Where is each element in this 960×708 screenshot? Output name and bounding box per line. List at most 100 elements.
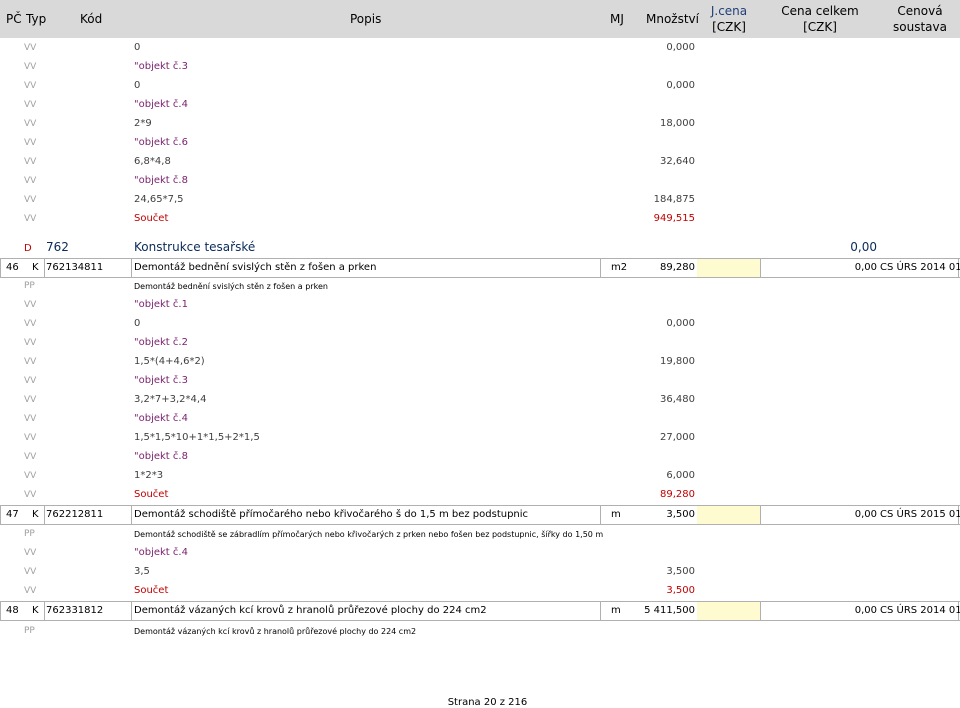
header-cenova-line2: soustava bbox=[893, 20, 947, 34]
row-value: 0,000 bbox=[666, 318, 695, 329]
item-description: Demontáž vázaných kcí krovů z hranolů pr… bbox=[134, 605, 487, 616]
list-item: PP Demontáž bednění svislých stěn z fošen… bbox=[0, 277, 960, 296]
row-value: 36,480 bbox=[660, 394, 695, 405]
list-item: VV "objekt č.8 bbox=[0, 448, 960, 467]
unit-price-cell bbox=[697, 259, 760, 277]
item-price-system: CS ÚRS 2014 01 bbox=[880, 605, 960, 616]
section-type: D bbox=[24, 243, 32, 254]
row-description: "objekt č.3 bbox=[134, 375, 188, 386]
row-type: VV bbox=[24, 81, 37, 91]
row-description: Demontáž vázaných kcí krovů z hranolů pr… bbox=[134, 627, 417, 636]
row-description: Součet bbox=[134, 585, 169, 596]
row-type: VV bbox=[24, 548, 37, 558]
row-value: 32,640 bbox=[660, 156, 695, 167]
row-description: 1*2*3 bbox=[134, 470, 164, 481]
item-quantity: 3,500 bbox=[666, 509, 695, 520]
row-type: VV bbox=[24, 157, 37, 167]
header-jcena: J.cena [CZK] bbox=[704, 4, 754, 34]
row-value: 0,000 bbox=[666, 42, 695, 53]
list-item: VV "objekt č.3 bbox=[0, 58, 960, 77]
table-row: 48 K 762331812 Demontáž vázaných kcí krovů … bbox=[0, 601, 960, 621]
header-cenova-line1: Cenová bbox=[897, 4, 943, 18]
row-description: Součet bbox=[134, 213, 169, 224]
item-quantity: 89,280 bbox=[660, 262, 695, 273]
header-cena-celkem: Cena celkem [CZK] bbox=[780, 4, 860, 34]
column-divider bbox=[131, 602, 132, 620]
row-type: VV bbox=[24, 138, 37, 148]
unit-price-cell bbox=[697, 506, 760, 524]
item-number: 48 bbox=[6, 605, 19, 616]
row-value: 3,500 bbox=[666, 585, 695, 596]
header-pc: PČ bbox=[6, 12, 22, 26]
row-description: "objekt č.8 bbox=[134, 175, 188, 186]
list-item: VV 2*9 18,000 bbox=[0, 115, 960, 134]
list-item: VV Součet 3,500 bbox=[0, 582, 960, 601]
item-code: 762212811 bbox=[46, 509, 104, 520]
row-description: "objekt č.8 bbox=[134, 451, 188, 462]
section-header: D 762 Konstrukce tesařské 0,00 bbox=[0, 237, 960, 257]
row-value: 949,515 bbox=[653, 213, 695, 224]
section-code: 762 bbox=[46, 240, 69, 254]
item-type: K bbox=[32, 509, 39, 520]
item-number: 46 bbox=[6, 262, 19, 273]
row-type: VV bbox=[24, 414, 37, 424]
row-type: VV bbox=[24, 119, 37, 129]
item-quantity: 5 411,500 bbox=[644, 605, 695, 616]
row-type: VV bbox=[24, 100, 37, 110]
row-description: 3,5 bbox=[134, 566, 150, 577]
column-divider bbox=[760, 602, 761, 620]
list-item: VV "objekt č.4 bbox=[0, 544, 960, 563]
list-item: VV "objekt č.3 bbox=[0, 372, 960, 391]
row-description: "objekt č.3 bbox=[134, 61, 188, 72]
item-price-system: CS ÚRS 2015 01 bbox=[880, 509, 960, 520]
row-value: 184,875 bbox=[653, 194, 695, 205]
list-item: PP Demontáž vázaných kcí krovů z hranolů … bbox=[0, 622, 960, 641]
item-type: K bbox=[32, 605, 39, 616]
row-type: VV bbox=[24, 490, 37, 500]
item-total: 0,00 bbox=[854, 262, 877, 273]
header-mnozstvi: Množství bbox=[646, 12, 699, 26]
column-divider bbox=[0, 602, 1, 620]
row-value: 18,000 bbox=[660, 118, 695, 129]
item-description: Demontáž schodiště přímočarého nebo křiv… bbox=[134, 509, 529, 520]
item-unit: m bbox=[611, 509, 621, 520]
row-type: VV bbox=[24, 214, 37, 224]
row-value: 0,000 bbox=[666, 80, 695, 91]
column-divider bbox=[131, 259, 132, 277]
item-number: 47 bbox=[6, 509, 19, 520]
row-type: VV bbox=[24, 395, 37, 405]
column-divider bbox=[600, 506, 601, 524]
section-total: 0,00 bbox=[850, 240, 877, 254]
page-number: Strana 20 z 216 bbox=[447, 697, 528, 708]
row-description: 6,8*4,8 bbox=[134, 156, 171, 167]
item-code: 762331812 bbox=[46, 605, 104, 616]
table-row: 47 K 762212811 Demontáž schodiště přímočaré… bbox=[0, 505, 960, 525]
unit-price-cell bbox=[697, 602, 760, 620]
item-total: 0,00 bbox=[854, 605, 877, 616]
list-item: VV 1*2*3 6,000 bbox=[0, 467, 960, 486]
row-type: PP bbox=[24, 281, 35, 291]
list-item: PP Demontáž schodiště se zábradlím přímoč… bbox=[0, 525, 960, 544]
list-item: VV 6,8*4,8 32,640 bbox=[0, 153, 960, 172]
list-item: VV 1,5*1,5*10+1*1,5+2*1,5 27,000 bbox=[0, 429, 960, 448]
column-divider bbox=[131, 506, 132, 524]
row-description: 0 bbox=[134, 318, 141, 329]
item-total: 0,00 bbox=[854, 509, 877, 520]
row-type: VV bbox=[24, 376, 37, 386]
column-divider bbox=[760, 259, 761, 277]
header-kod: Kód bbox=[80, 12, 103, 26]
row-type: VV bbox=[24, 319, 37, 329]
column-divider bbox=[600, 259, 601, 277]
item-unit: m bbox=[611, 605, 621, 616]
row-description: 1,5*(4+4,6*2) bbox=[134, 356, 205, 367]
row-type: VV bbox=[24, 586, 37, 596]
column-divider bbox=[44, 602, 45, 620]
item-unit: m2 bbox=[611, 262, 628, 273]
row-value: 3,500 bbox=[666, 566, 695, 577]
row-type: VV bbox=[24, 62, 37, 72]
list-item: VV 0 0,000 bbox=[0, 315, 960, 334]
header-jcena-line2: [CZK] bbox=[712, 20, 746, 34]
row-description: 2*9 bbox=[134, 118, 152, 129]
row-description: 1,5*1,5*10+1*1,5+2*1,5 bbox=[134, 432, 260, 443]
header-mj: MJ bbox=[610, 12, 624, 26]
